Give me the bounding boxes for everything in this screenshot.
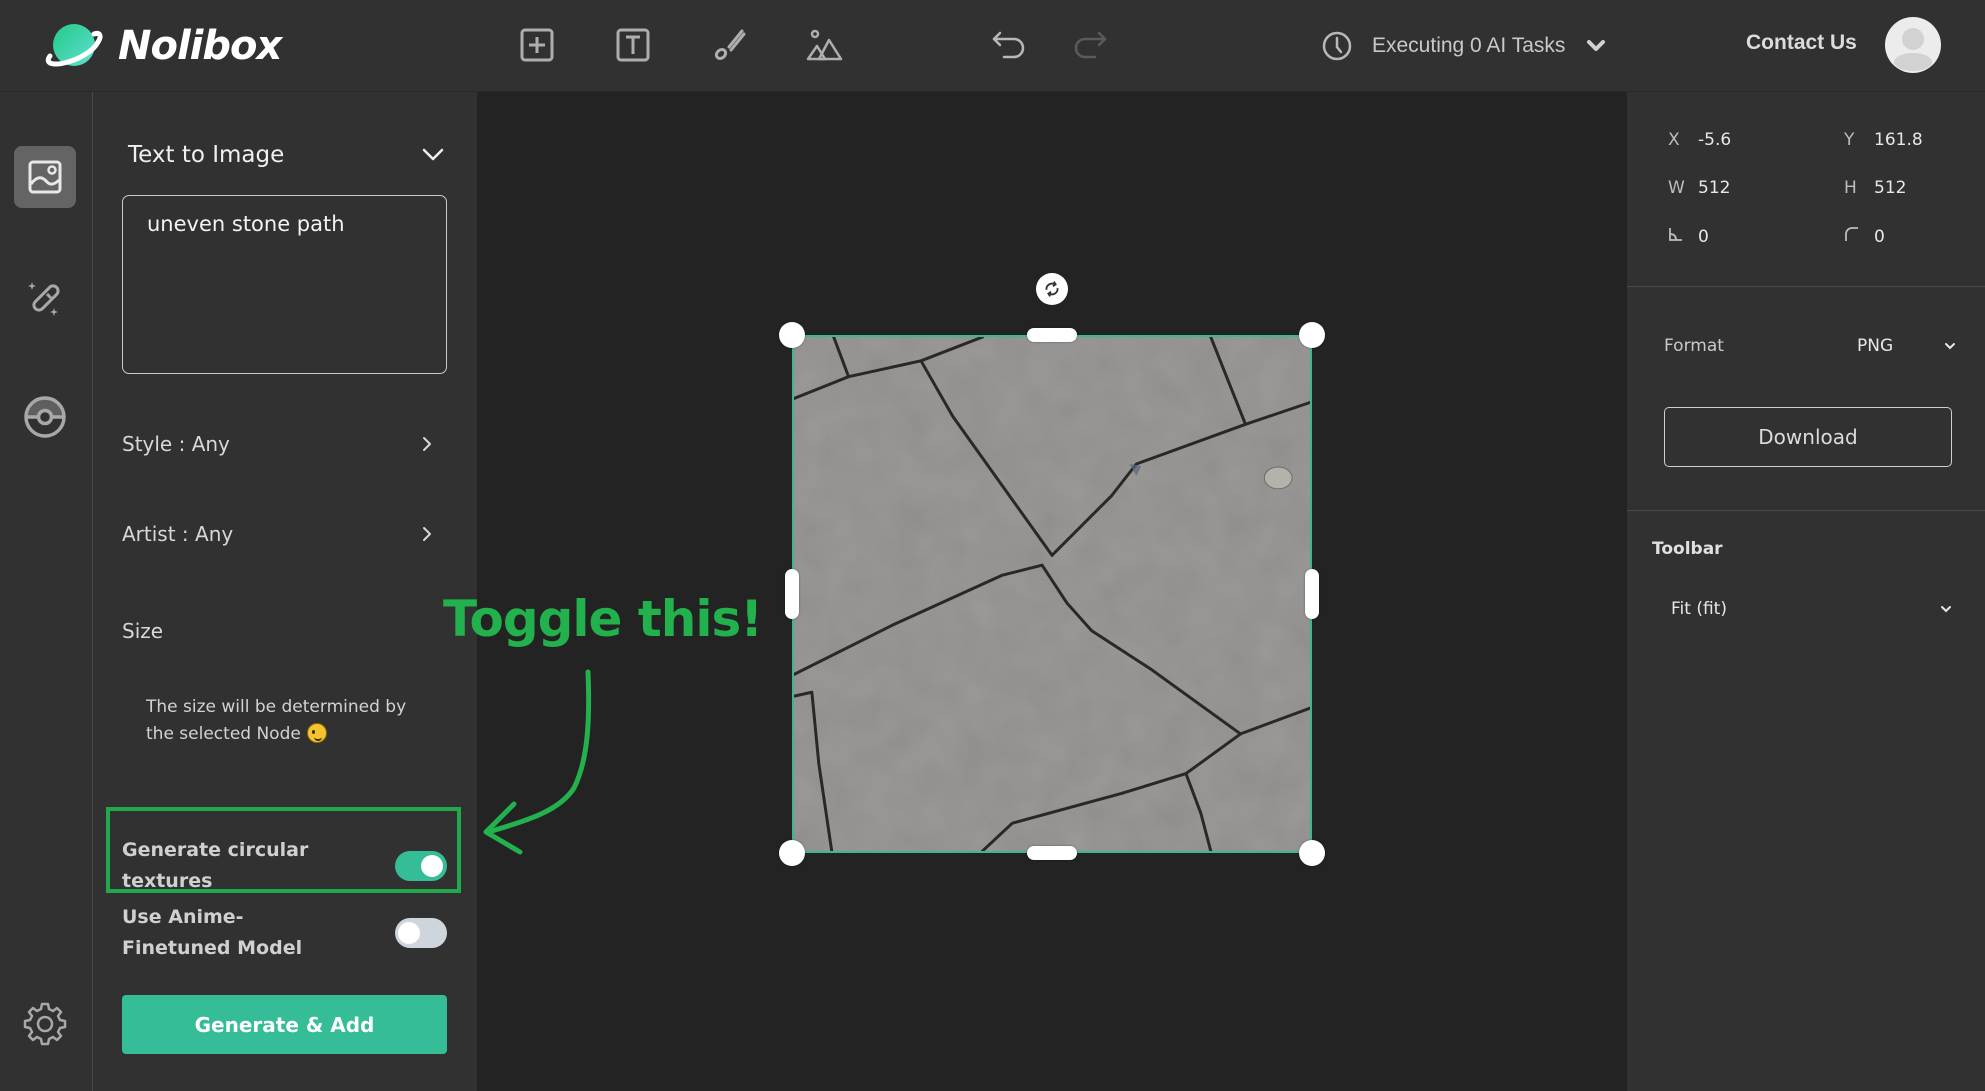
circular-textures-label: Generate circular textures bbox=[122, 839, 309, 892]
style-label: Style : Any bbox=[122, 432, 230, 456]
format-label: Format bbox=[1664, 336, 1724, 356]
left-icon-sidebar bbox=[0, 92, 93, 1091]
toolbar-heading: Toolbar bbox=[1652, 539, 1723, 559]
user-avatar[interactable] bbox=[1885, 17, 1941, 73]
undo-icon bbox=[992, 31, 1025, 59]
annotation-text: Toggle this! bbox=[443, 590, 763, 648]
stone-texture-image bbox=[794, 337, 1310, 851]
settings-button[interactable] bbox=[14, 992, 76, 1054]
resize-handle-right[interactable] bbox=[1305, 569, 1319, 619]
prop-h-label: H bbox=[1844, 178, 1857, 198]
image-icon bbox=[28, 160, 62, 194]
prop-y-label: Y bbox=[1844, 130, 1855, 150]
anime-model-toggle[interactable] bbox=[395, 918, 447, 948]
circular-textures-row: Generate circular textures bbox=[122, 835, 447, 897]
prop-h[interactable]: H 512 bbox=[1844, 178, 1906, 198]
pokeball-icon bbox=[24, 396, 66, 438]
download-button[interactable]: Download bbox=[1664, 407, 1952, 467]
panel-title: Text to Image bbox=[128, 142, 285, 168]
prop-h-value: 512 bbox=[1874, 178, 1907, 198]
anime-model-row: Use Anime-Finetuned Model bbox=[122, 902, 447, 964]
artist-selector[interactable]: Artist : Any bbox=[122, 514, 447, 554]
prop-w-label: W bbox=[1668, 178, 1685, 198]
brand-logo[interactable]: Nolibox bbox=[42, 18, 282, 74]
prop-y-value: 161.8 bbox=[1874, 130, 1923, 150]
prop-y[interactable]: Y 161.8 bbox=[1844, 130, 1923, 150]
wink-emoji-icon bbox=[306, 723, 327, 743]
prop-x-label: X bbox=[1668, 130, 1680, 150]
clock-icon bbox=[1322, 31, 1352, 61]
top-header: Nolibox Executing 0 AI Tasks Contact Us bbox=[0, 0, 1985, 92]
fit-value: Fit (fit) bbox=[1671, 599, 1727, 619]
prop-radius[interactable]: 0 bbox=[1844, 226, 1885, 247]
corner-radius-icon bbox=[1844, 226, 1874, 247]
size-note: The size will be determined by the selec… bbox=[146, 694, 436, 748]
stone-texture-image-node[interactable] bbox=[792, 335, 1312, 853]
resize-handle-bottom[interactable] bbox=[1027, 846, 1077, 860]
generate-add-button[interactable]: Generate & Add bbox=[122, 995, 447, 1054]
plus-square-icon bbox=[520, 28, 554, 62]
redo-button[interactable] bbox=[1066, 22, 1112, 68]
prop-skew[interactable]: 0 bbox=[1668, 226, 1709, 247]
chevron-right-icon bbox=[423, 527, 431, 541]
sidebar-item-pokeball[interactable] bbox=[14, 386, 76, 448]
chevron-down-icon bbox=[1941, 606, 1951, 613]
rotate-icon bbox=[1045, 281, 1059, 297]
contact-us-link[interactable]: Contact Us bbox=[1746, 31, 1857, 55]
brush-button[interactable] bbox=[706, 22, 752, 68]
planet-logo-icon bbox=[42, 18, 104, 74]
prop-w[interactable]: W 512 bbox=[1668, 178, 1730, 198]
prop-radius-value: 0 bbox=[1874, 226, 1885, 247]
format-value: PNG bbox=[1857, 336, 1894, 356]
resize-handle-left[interactable] bbox=[785, 569, 799, 619]
prompt-input[interactable] bbox=[122, 195, 447, 374]
add-text-button[interactable] bbox=[610, 22, 656, 68]
properties-panel: X -5.6 Y 161.8 W 512 H 512 0 0 Format PN… bbox=[1627, 92, 1985, 1091]
resize-handle-bottom-right[interactable] bbox=[1299, 840, 1325, 866]
chevron-right-icon bbox=[423, 437, 431, 451]
brush-icon bbox=[714, 29, 746, 60]
chevron-down-icon bbox=[1945, 343, 1955, 350]
anime-model-label: Use Anime-Finetuned Model bbox=[122, 906, 303, 959]
rotate-handle[interactable] bbox=[1036, 273, 1068, 305]
sidebar-item-text-to-image[interactable] bbox=[14, 146, 76, 208]
text-to-image-panel: Text to Image Style : Any Artist : Any S… bbox=[93, 92, 477, 1091]
redo-icon bbox=[1074, 31, 1107, 59]
chevron-down-icon[interactable] bbox=[420, 142, 446, 168]
skew-angle-icon bbox=[1668, 226, 1698, 247]
annotation-arrow-icon bbox=[483, 669, 592, 855]
resize-handle-top-left[interactable] bbox=[779, 322, 805, 348]
resize-handle-top[interactable] bbox=[1027, 328, 1077, 342]
brand-name: Nolibox bbox=[118, 23, 282, 69]
toggle-knob bbox=[421, 855, 443, 877]
undo-button[interactable] bbox=[987, 22, 1033, 68]
ai-tasks-dropdown[interactable]: Executing 0 AI Tasks bbox=[1320, 24, 1607, 68]
fit-select[interactable]: Fit (fit) bbox=[1671, 594, 1953, 624]
prop-skew-value: 0 bbox=[1698, 226, 1709, 247]
prop-w-value: 512 bbox=[1698, 178, 1731, 198]
magic-wand-icon bbox=[28, 282, 60, 316]
prop-x[interactable]: X -5.6 bbox=[1668, 130, 1731, 150]
artist-label: Artist : Any bbox=[122, 522, 234, 546]
toggle-knob bbox=[398, 922, 420, 944]
divider bbox=[1627, 286, 1985, 287]
add-node-button[interactable] bbox=[514, 22, 560, 68]
prop-x-value: -5.6 bbox=[1698, 130, 1732, 150]
resize-handle-bottom-left[interactable] bbox=[779, 840, 805, 866]
user-icon bbox=[1894, 28, 1932, 71]
size-heading: Size bbox=[122, 619, 164, 643]
size-note-text: The size will be determined by the selec… bbox=[146, 697, 407, 744]
mountain-image-icon bbox=[806, 29, 843, 61]
resize-handle-top-right[interactable] bbox=[1299, 322, 1325, 348]
gear-icon bbox=[23, 1002, 67, 1046]
ai-tasks-label: Executing 0 AI Tasks bbox=[1372, 34, 1566, 57]
text-square-icon bbox=[616, 28, 650, 62]
divider bbox=[1627, 510, 1985, 511]
style-selector[interactable]: Style : Any bbox=[122, 424, 447, 464]
chevron-down-icon bbox=[1587, 40, 1606, 51]
add-image-button[interactable] bbox=[802, 22, 848, 68]
format-select[interactable]: PNG bbox=[1857, 332, 1957, 360]
circular-textures-toggle[interactable] bbox=[395, 851, 447, 881]
sidebar-item-magic-wand[interactable] bbox=[14, 266, 76, 328]
